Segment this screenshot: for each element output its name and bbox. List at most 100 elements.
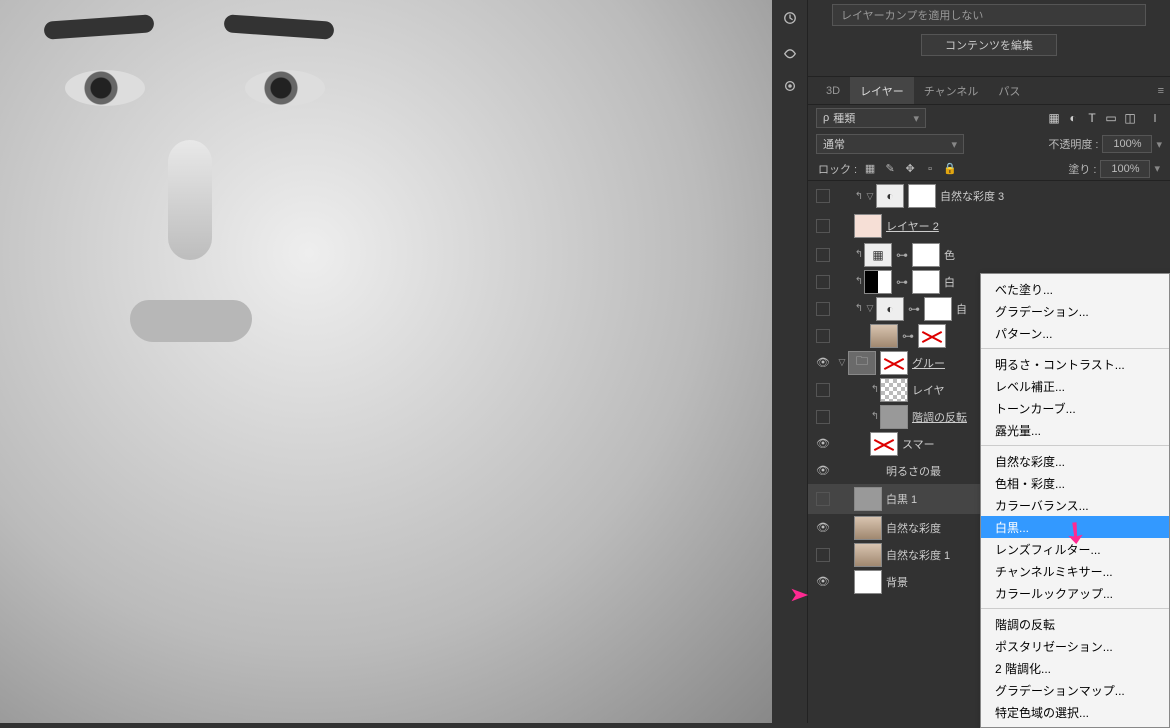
menu-gradient-map[interactable]: グラデーションマップ... [981, 679, 1169, 701]
layer-name[interactable]: 階調の反転 [912, 409, 967, 425]
menu-pattern[interactable]: パターン... [981, 322, 1169, 344]
layer-thumb[interactable] [870, 324, 898, 348]
layer-name[interactable]: グルー [912, 355, 945, 371]
visibility-off[interactable] [816, 410, 830, 424]
smart-thumb[interactable] [854, 487, 882, 511]
menu-color-lookup[interactable]: カラールックアップ... [981, 582, 1169, 604]
mask-thumb[interactable] [908, 184, 936, 208]
layer-name[interactable]: 自然な彩度 [886, 520, 941, 536]
smart-thumb[interactable] [854, 516, 882, 540]
tab-layers[interactable]: レイヤー [850, 77, 914, 104]
visibility-off[interactable] [816, 383, 830, 397]
history-panel-icon[interactable] [776, 4, 804, 32]
lock-transparent-icon[interactable]: ▦ [863, 162, 877, 176]
visibility-off[interactable] [816, 219, 830, 233]
layer-row[interactable]: レイヤー 2 [808, 211, 1170, 241]
lock-artboard-icon[interactable]: ▫ [923, 162, 937, 176]
layer-thumb[interactable] [880, 378, 908, 402]
layer-name[interactable]: レイヤー 2 [886, 218, 939, 234]
adjustment-thumb[interactable] [880, 405, 908, 429]
visibility-off[interactable] [816, 329, 830, 343]
swatches-panel-icon[interactable] [776, 38, 804, 66]
filter-toggle-icon[interactable]: ⏽ [1148, 111, 1162, 125]
filter-name[interactable]: 明るさの最 [886, 463, 941, 479]
smart-thumb[interactable] [854, 543, 882, 567]
adjustment-thumb[interactable] [864, 270, 892, 294]
menu-invert[interactable]: 階調の反転 [981, 613, 1169, 635]
layer-row[interactable]: ↰ ▽ ◐ 自然な彩度 3 [808, 181, 1170, 211]
tab-paths[interactable]: パス [988, 77, 1030, 104]
menu-threshold[interactable]: 2 階調化... [981, 657, 1169, 679]
edit-contents-button[interactable]: コンテンツを編集 [921, 34, 1057, 56]
panel-menu-icon[interactable]: ≡ [1158, 85, 1164, 97]
menu-channel-mixer[interactable]: チャンネルミキサー... [981, 560, 1169, 582]
lock-all-icon[interactable]: 🔒 [943, 162, 957, 176]
layer-kind-filter[interactable]: ρ 種類 ▾ [816, 108, 926, 128]
menu-hue-saturation[interactable]: 色相・彩度... [981, 472, 1169, 494]
menu-vibrance[interactable]: 自然な彩度... [981, 450, 1169, 472]
blend-mode-select[interactable]: 通常 ▾ [816, 134, 964, 154]
mask-thumb[interactable] [924, 297, 952, 321]
layer-row[interactable]: ↰ ▦ ⊶ 色 [808, 241, 1170, 268]
visibility-off[interactable] [816, 492, 830, 506]
layer-name[interactable]: 色 [944, 247, 955, 263]
filter-type-icon[interactable]: T [1085, 111, 1099, 125]
filter-pixel-icon[interactable]: ▦ [1047, 111, 1061, 125]
layer-name[interactable]: 自 [956, 301, 967, 317]
layer-thumb[interactable] [854, 214, 882, 238]
adjustment-thumb[interactable]: ▦ [864, 243, 892, 267]
visibility-toggle[interactable]: 👁 [816, 356, 830, 370]
filter-shape-icon[interactable]: ▭ [1104, 111, 1118, 125]
mask-disabled-thumb[interactable] [880, 351, 908, 375]
twirl-icon[interactable]: ▽ [864, 191, 876, 202]
tab-3d[interactable]: 3D [816, 77, 850, 104]
layer-name[interactable]: 自然な彩度 1 [886, 547, 950, 563]
layer-name[interactable]: レイヤ [912, 382, 945, 398]
chevron-down-icon[interactable]: ▾ [1154, 162, 1160, 175]
mask-thumb[interactable] [912, 243, 940, 267]
twirl-icon[interactable]: ▽ [864, 303, 876, 314]
mask-disabled-thumb[interactable] [918, 324, 946, 348]
menu-black-white[interactable]: 白黒... [981, 516, 1169, 538]
visibility-off[interactable] [816, 302, 830, 316]
visibility-toggle[interactable]: 👁 [816, 521, 830, 535]
menu-curves[interactable]: トーンカーブ... [981, 397, 1169, 419]
visibility-off[interactable] [816, 248, 830, 262]
chevron-down-icon[interactable]: ▾ [1156, 138, 1162, 151]
mask-thumb[interactable] [912, 270, 940, 294]
smart-disabled-thumb[interactable] [870, 432, 898, 456]
visibility-toggle[interactable]: 👁 [816, 464, 830, 478]
menu-color-balance[interactable]: カラーバランス... [981, 494, 1169, 516]
layer-name[interactable]: 白黒 1 [886, 491, 917, 507]
lock-position-icon[interactable]: ✥ [903, 162, 917, 176]
fill-value-input[interactable]: 100% [1100, 160, 1150, 178]
layer-name[interactable]: 背景 [886, 574, 908, 590]
opacity-value-input[interactable]: 100% [1102, 135, 1152, 153]
visibility-toggle[interactable]: 👁 [816, 575, 830, 589]
filter-adjust-icon[interactable]: ◐ [1066, 111, 1080, 125]
menu-photo-filter[interactable]: レンズフィルター... [981, 538, 1169, 560]
layer-comp-select[interactable]: レイヤーカンプを適用しない [832, 4, 1146, 26]
twirl-open-icon[interactable]: ▽ [836, 357, 848, 368]
menu-selective-color[interactable]: 特定色域の選択... [981, 701, 1169, 723]
adjustment-thumb[interactable]: ◐ [876, 297, 904, 321]
menu-solid-color[interactable]: べた塗り... [981, 278, 1169, 300]
document-canvas[interactable] [0, 0, 772, 723]
tab-channels[interactable]: チャンネル [914, 77, 989, 104]
layer-name[interactable]: 白 [944, 274, 955, 290]
visibility-off[interactable] [816, 548, 830, 562]
menu-posterize[interactable]: ポスタリゼーション... [981, 635, 1169, 657]
layer-name[interactable]: 自然な彩度 3 [940, 188, 1004, 204]
layer-thumb[interactable] [854, 570, 882, 594]
styles-panel-icon[interactable] [776, 72, 804, 100]
menu-gradient[interactable]: グラデーション... [981, 300, 1169, 322]
visibility-off[interactable] [816, 275, 830, 289]
menu-exposure[interactable]: 露光量... [981, 419, 1169, 441]
visibility-off[interactable] [816, 189, 830, 203]
visibility-toggle[interactable]: 👁 [816, 437, 830, 451]
menu-levels[interactable]: レベル補正... [981, 375, 1169, 397]
adjustment-thumb[interactable]: ◐ [876, 184, 904, 208]
menu-brightness-contrast[interactable]: 明るさ・コントラスト... [981, 353, 1169, 375]
filter-smart-icon[interactable]: ◫ [1123, 111, 1137, 125]
lock-pixels-icon[interactable]: ✎ [883, 162, 897, 176]
